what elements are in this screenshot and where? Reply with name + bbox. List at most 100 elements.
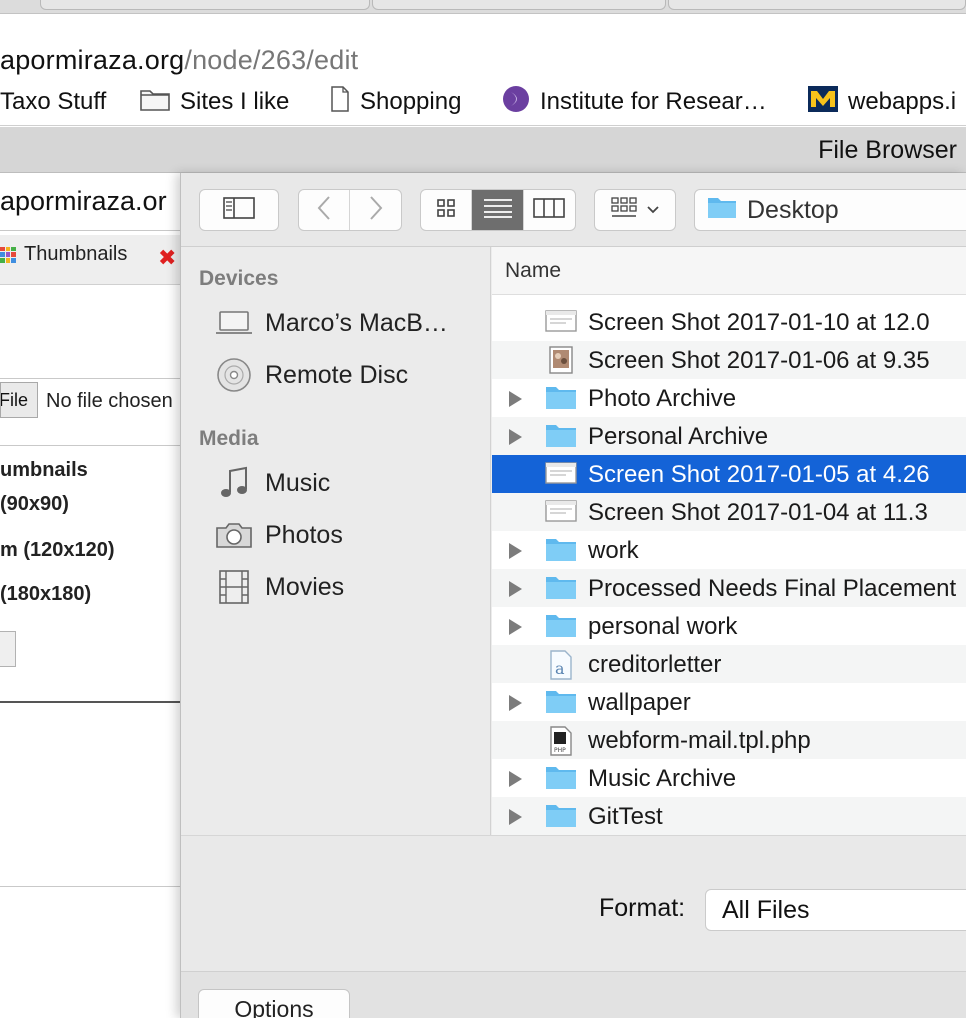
sidebar-item-photos[interactable]: Photos — [215, 515, 343, 555]
disclosure-triangle-icon[interactable] — [509, 543, 522, 559]
file-row[interactable]: Screen Shot 2017-01-04 at 11.3 — [492, 493, 966, 531]
choose-file-button[interactable]: File — [0, 382, 38, 418]
file-name: creditorletter — [588, 651, 722, 678]
chevron-right-icon — [369, 195, 383, 226]
list-view-button[interactable] — [472, 190, 524, 230]
size-option: (90x90) — [0, 493, 69, 515]
folder-icon — [707, 195, 737, 226]
file-row[interactable]: GitTest — [492, 797, 966, 835]
text-document-icon: a — [545, 650, 575, 680]
camera-icon — [215, 521, 253, 549]
bookmark-label: Sites I like — [180, 88, 290, 115]
page-tab-row: Thumbnails ✖ — [0, 235, 180, 285]
format-select[interactable]: All Files — [705, 889, 966, 931]
php-file-icon: PHP — [545, 726, 575, 756]
file-row[interactable]: PHP webform-mail.tpl.php — [492, 721, 966, 759]
music-note-icon — [215, 466, 253, 500]
forward-button[interactable] — [350, 190, 401, 230]
folder-icon — [545, 802, 576, 830]
file-list: Name Screen Shot 2017-01-10 at 12.0 Scree… — [492, 247, 966, 835]
browser-tab[interactable] — [372, 0, 666, 10]
folder-icon — [545, 422, 576, 450]
browser-tab[interactable] — [40, 0, 370, 10]
sidebar-item-label: Marco’s MacB… — [265, 308, 448, 337]
location-popup[interactable]: Desktop — [694, 189, 966, 231]
file-browser-dialog: Desktop Devices Marco’s MacB… Remote Dis… — [180, 173, 966, 1018]
disclosure-triangle-icon[interactable] — [509, 771, 522, 787]
icon-view-button[interactable] — [421, 190, 473, 230]
file-rows: Screen Shot 2017-01-10 at 12.0 Screen Sho… — [492, 303, 966, 835]
bookmark-shopping[interactable]: Shopping — [330, 85, 462, 119]
sidebar-item-remote-disc[interactable]: Remote Disc — [215, 355, 408, 395]
file-row[interactable]: wallpaper — [492, 683, 966, 721]
disclosure-triangle-icon[interactable] — [509, 391, 522, 407]
file-row[interactable]: Screen Shot 2017-01-05 at 4.26 — [492, 455, 966, 493]
chevron-down-icon — [647, 201, 659, 219]
sidebar-item-label: Movies — [265, 572, 345, 601]
screenshot-file-icon — [545, 308, 577, 336]
options-button[interactable]: Options — [198, 989, 350, 1018]
sidebar-item-label: Remote Disc — [265, 360, 409, 389]
michigan-m-icon — [808, 85, 838, 119]
disclosure-triangle-icon[interactable] — [509, 809, 522, 825]
page-button[interactable] — [0, 631, 16, 667]
file-row[interactable]: Music Archive — [492, 759, 966, 797]
column-view-icon — [533, 197, 566, 223]
chevron-left-icon — [317, 195, 331, 226]
file-row[interactable]: a creditorletter — [492, 645, 966, 683]
image-file-icon — [545, 346, 575, 374]
bookmark-taxo-stuff[interactable]: Taxo Stuff — [0, 87, 106, 117]
bookmarks-bar: Taxo Stuff Sites I like Shopping Institu… — [0, 78, 966, 126]
file-row[interactable]: Screen Shot 2017-01-06 at 9.35 — [492, 341, 966, 379]
column-view-button[interactable] — [524, 190, 575, 230]
sidebar-item-movies[interactable]: Movies — [215, 567, 344, 607]
arrange-button[interactable] — [594, 189, 676, 231]
bookmark-institute[interactable]: Institute for Resear… — [502, 85, 767, 117]
file-row[interactable]: Photo Archive — [492, 379, 966, 417]
tab-thumbnails[interactable]: Thumbnails — [0, 243, 127, 266]
file-row[interactable]: Processed Needs Final Placement — [492, 569, 966, 607]
size-option: m (120x120) — [0, 539, 115, 561]
disclosure-triangle-icon[interactable] — [509, 619, 522, 635]
file-row[interactable]: personal work — [492, 607, 966, 645]
divider — [0, 230, 180, 231]
file-name: Screen Shot 2017-01-05 at 4.26 — [588, 461, 930, 488]
disclosure-triangle-icon[interactable] — [509, 581, 522, 597]
url-text[interactable]: apormiraza.org/node/263/edit — [0, 45, 358, 76]
screenshot-file-icon — [545, 460, 577, 488]
file-row[interactable]: Personal Archive — [492, 417, 966, 455]
address-bar[interactable]: apormiraza.org/node/263/edit — [0, 14, 966, 78]
close-icon[interactable]: ✖ — [158, 245, 176, 271]
bookmark-label: Shopping — [360, 88, 462, 115]
disclosure-triangle-icon[interactable] — [509, 695, 522, 711]
divider — [0, 701, 180, 703]
sidebar-heading-devices: Devices — [199, 267, 279, 290]
dialog-toolbar: Desktop — [181, 173, 966, 247]
bookmark-sites-i-like[interactable]: Sites I like — [140, 87, 289, 117]
browser-tab[interactable] — [668, 0, 966, 10]
page-icon — [330, 85, 350, 119]
tab-label: Thumbnails — [24, 243, 128, 265]
disclosure-triangle-icon[interactable] — [509, 429, 522, 445]
file-name: wallpaper — [588, 689, 691, 716]
file-name: personal work — [588, 613, 738, 640]
file-name: GitTest — [588, 803, 663, 830]
sidebar-item-macbook[interactable]: Marco’s MacB… — [215, 303, 448, 343]
column-header-name[interactable]: Name — [492, 247, 966, 295]
file-name: Screen Shot 2017-01-06 at 9.35 — [588, 347, 930, 374]
file-row[interactable]: work — [492, 531, 966, 569]
sidebar-toggle-button[interactable] — [199, 189, 279, 231]
grid-icon — [0, 246, 16, 263]
window-title-bar: File Browser — [0, 127, 966, 173]
bookmark-label: webapps.i — [848, 88, 957, 115]
bookmark-webapps[interactable]: webapps.i — [808, 85, 957, 119]
bookmark-label: Institute for Resear… — [540, 88, 767, 115]
sidebar-item-music[interactable]: Music — [215, 463, 330, 503]
back-button[interactable] — [299, 190, 351, 230]
file-name: Photo Archive — [588, 385, 737, 412]
screenshot-file-icon — [545, 498, 577, 526]
file-row[interactable]: Screen Shot 2017-01-10 at 12.0 — [492, 303, 966, 341]
svg-text:PHP: PHP — [554, 747, 566, 754]
folder-icon — [545, 384, 576, 412]
list-view-icon — [483, 197, 513, 224]
